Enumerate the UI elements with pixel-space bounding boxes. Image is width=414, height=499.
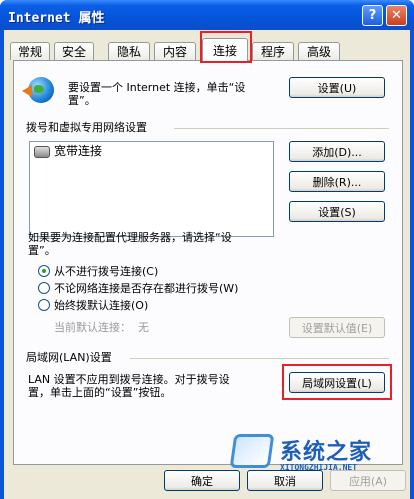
remove-button[interactable]: 删除(R)... bbox=[289, 171, 385, 192]
list-item[interactable]: 宽带连接 bbox=[54, 145, 102, 158]
lan-settings-button[interactable]: 局域网设置(L) bbox=[289, 372, 385, 393]
radio-never-dial-label[interactable]: 从不进行拨号连接(C) bbox=[54, 265, 158, 278]
tab-label: 高级 bbox=[306, 45, 331, 59]
tab-advanced[interactable]: 高级 bbox=[298, 42, 340, 60]
tab-connections[interactable]: 连接 bbox=[202, 38, 248, 61]
tab-content[interactable]: 内容 bbox=[154, 42, 196, 60]
title-bar[interactable]: Internet 属性 ? ✕ bbox=[0, 0, 414, 30]
dialup-connection-icon bbox=[34, 146, 50, 158]
set-default-button[interactable]: 设置默认值(E) bbox=[289, 317, 385, 338]
proxy-text-2: 置”。 bbox=[28, 244, 56, 257]
radio-always-dial-label[interactable]: 始终拨默认连接(O) bbox=[54, 299, 148, 312]
tab-label: 连接 bbox=[212, 43, 237, 58]
tab-general[interactable]: 常规 bbox=[10, 42, 50, 60]
watermark: 系统之家 XITONGZHIJIA.NET bbox=[229, 432, 412, 480]
tab-label: 常规 bbox=[17, 45, 42, 59]
ok-button[interactable]: 确定 bbox=[164, 470, 240, 491]
watermark-subtitle: XITONGZHIJIA.NET bbox=[280, 463, 358, 472]
connections-panel: 要设置一个 Internet 连接，单击“设 置”。 设置(U) 拨号和虚拟专用… bbox=[13, 60, 403, 465]
window-title: Internet 属性 bbox=[8, 11, 105, 26]
tab-programs[interactable]: 程序 bbox=[252, 42, 294, 60]
lan-text-2: 置，单击上面的“设置”按钮。 bbox=[28, 386, 172, 399]
tab-label: 内容 bbox=[162, 45, 187, 59]
tab-privacy[interactable]: 隐私 bbox=[108, 42, 150, 60]
add-button[interactable]: 添加(D)... bbox=[289, 141, 385, 162]
close-button[interactable]: ✕ bbox=[386, 5, 407, 26]
radio-always-dial[interactable] bbox=[38, 299, 50, 311]
lan-group-title: 局域网(LAN)设置 bbox=[26, 351, 112, 364]
setup-text-1: 要设置一个 Internet 连接，单击“设 bbox=[68, 81, 246, 94]
proxy-text-1: 如果要为连接配置代理服务器，请选择“设 bbox=[28, 231, 232, 244]
internet-properties-window: Internet 属性 ? ✕ 常规 安全 隐私 内容 连接 程序 高级 要设置… bbox=[0, 0, 414, 499]
tab-security[interactable]: 安全 bbox=[54, 42, 94, 60]
divider bbox=[130, 358, 389, 359]
radio-dial-whenever[interactable] bbox=[38, 282, 50, 294]
dialog-body: 常规 安全 隐私 内容 连接 程序 高级 要设置一个 Internet 连接，单… bbox=[4, 30, 410, 499]
help-icon: ? bbox=[368, 8, 377, 23]
close-icon: ✕ bbox=[391, 8, 402, 23]
radio-never-dial[interactable] bbox=[38, 265, 50, 277]
radio-dial-whenever-label[interactable]: 不论网络连接是否存在都进行拨号(W) bbox=[54, 282, 238, 295]
dialup-group-title: 拨号和虚拟专用网络设置 bbox=[26, 121, 147, 134]
setup-text-2: 置”。 bbox=[68, 94, 96, 107]
current-default-label: 当前默认连接： bbox=[54, 321, 131, 334]
tab-label: 程序 bbox=[260, 45, 285, 59]
tab-label: 安全 bbox=[61, 45, 86, 59]
watermark-logo-icon bbox=[229, 434, 275, 468]
divider bbox=[174, 128, 389, 129]
tab-label: 隐私 bbox=[116, 45, 141, 59]
settings-button[interactable]: 设置(S) bbox=[289, 201, 385, 222]
connection-list[interactable]: 宽带连接 bbox=[29, 141, 274, 237]
setup-button[interactable]: 设置(U) bbox=[289, 77, 385, 98]
help-button[interactable]: ? bbox=[362, 5, 383, 26]
lan-text-1: LAN 设置不应用到拨号连接。对于拨号设 bbox=[28, 373, 230, 386]
current-default-value: 无 bbox=[138, 321, 149, 334]
watermark-title: 系统之家 bbox=[280, 440, 373, 465]
arrow-icon bbox=[22, 85, 32, 97]
